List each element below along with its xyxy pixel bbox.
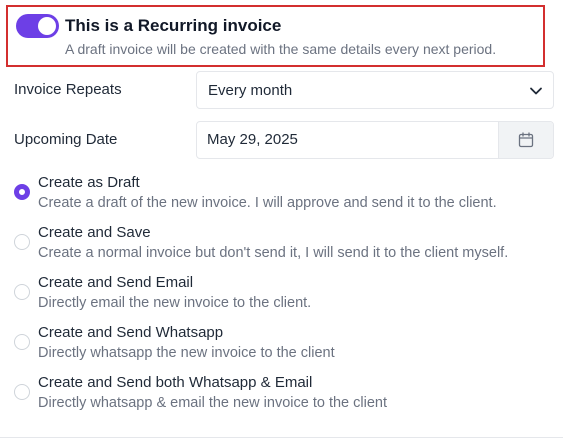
option-title: Create and Send Whatsapp <box>38 324 224 341</box>
option-description: Directly email the new invoice to the cl… <box>38 295 312 311</box>
upcoming-date-label: Upcoming Date <box>14 131 118 148</box>
radio-create-and-save[interactable] <box>14 234 30 250</box>
upcoming-date-field: May 29, 2025 <box>196 121 554 159</box>
upcoming-date-input[interactable]: May 29, 2025 <box>197 122 499 158</box>
recurring-invoice-toggle-section: This is a Recurring invoice A draft invo… <box>6 5 545 67</box>
toggle-knob <box>38 17 56 35</box>
radio-create-and-send-whatsapp[interactable] <box>14 334 30 350</box>
option-create-as-draft[interactable]: Create as Draft Create a draft of the ne… <box>0 174 563 220</box>
radio-create-and-send-email[interactable] <box>14 284 30 300</box>
option-description: Directly whatsapp the new invoice to the… <box>38 345 335 361</box>
option-create-and-save[interactable]: Create and Save Create a normal invoice … <box>0 224 563 270</box>
option-description: Create a normal invoice but don't send i… <box>38 245 509 261</box>
option-description: Create a draft of the new invoice. I wil… <box>38 195 497 211</box>
invoice-repeats-select[interactable]: Every month <box>196 71 554 109</box>
option-create-and-send-whatsapp[interactable]: Create and Send Whatsapp Directly whatsa… <box>0 324 563 370</box>
radio-create-and-send-both[interactable] <box>14 384 30 400</box>
option-description: Directly whatsapp & email the new invoic… <box>38 395 387 411</box>
recurring-invoice-settings: This is a Recurring invoice A draft invo… <box>0 0 563 438</box>
calendar-icon <box>518 132 534 148</box>
option-title: Create and Save <box>38 224 151 241</box>
recurring-subtitle: A draft invoice will be created with the… <box>65 41 497 57</box>
invoice-repeats-label: Invoice Repeats <box>14 81 122 98</box>
recurring-title: This is a Recurring invoice <box>65 16 282 35</box>
option-title: Create and Send Email <box>38 274 194 291</box>
radio-create-as-draft[interactable] <box>14 184 30 200</box>
calendar-button[interactable] <box>498 122 553 158</box>
recurring-toggle[interactable] <box>16 14 59 38</box>
chevron-down-icon <box>530 87 542 95</box>
option-create-and-send-email[interactable]: Create and Send Email Directly email the… <box>0 274 563 320</box>
option-create-and-send-both[interactable]: Create and Send both Whatsapp & Email Di… <box>0 374 563 420</box>
invoice-repeats-value: Every month <box>208 82 293 99</box>
option-title: Create and Send both Whatsapp & Email <box>38 374 313 391</box>
option-title: Create as Draft <box>38 174 140 191</box>
